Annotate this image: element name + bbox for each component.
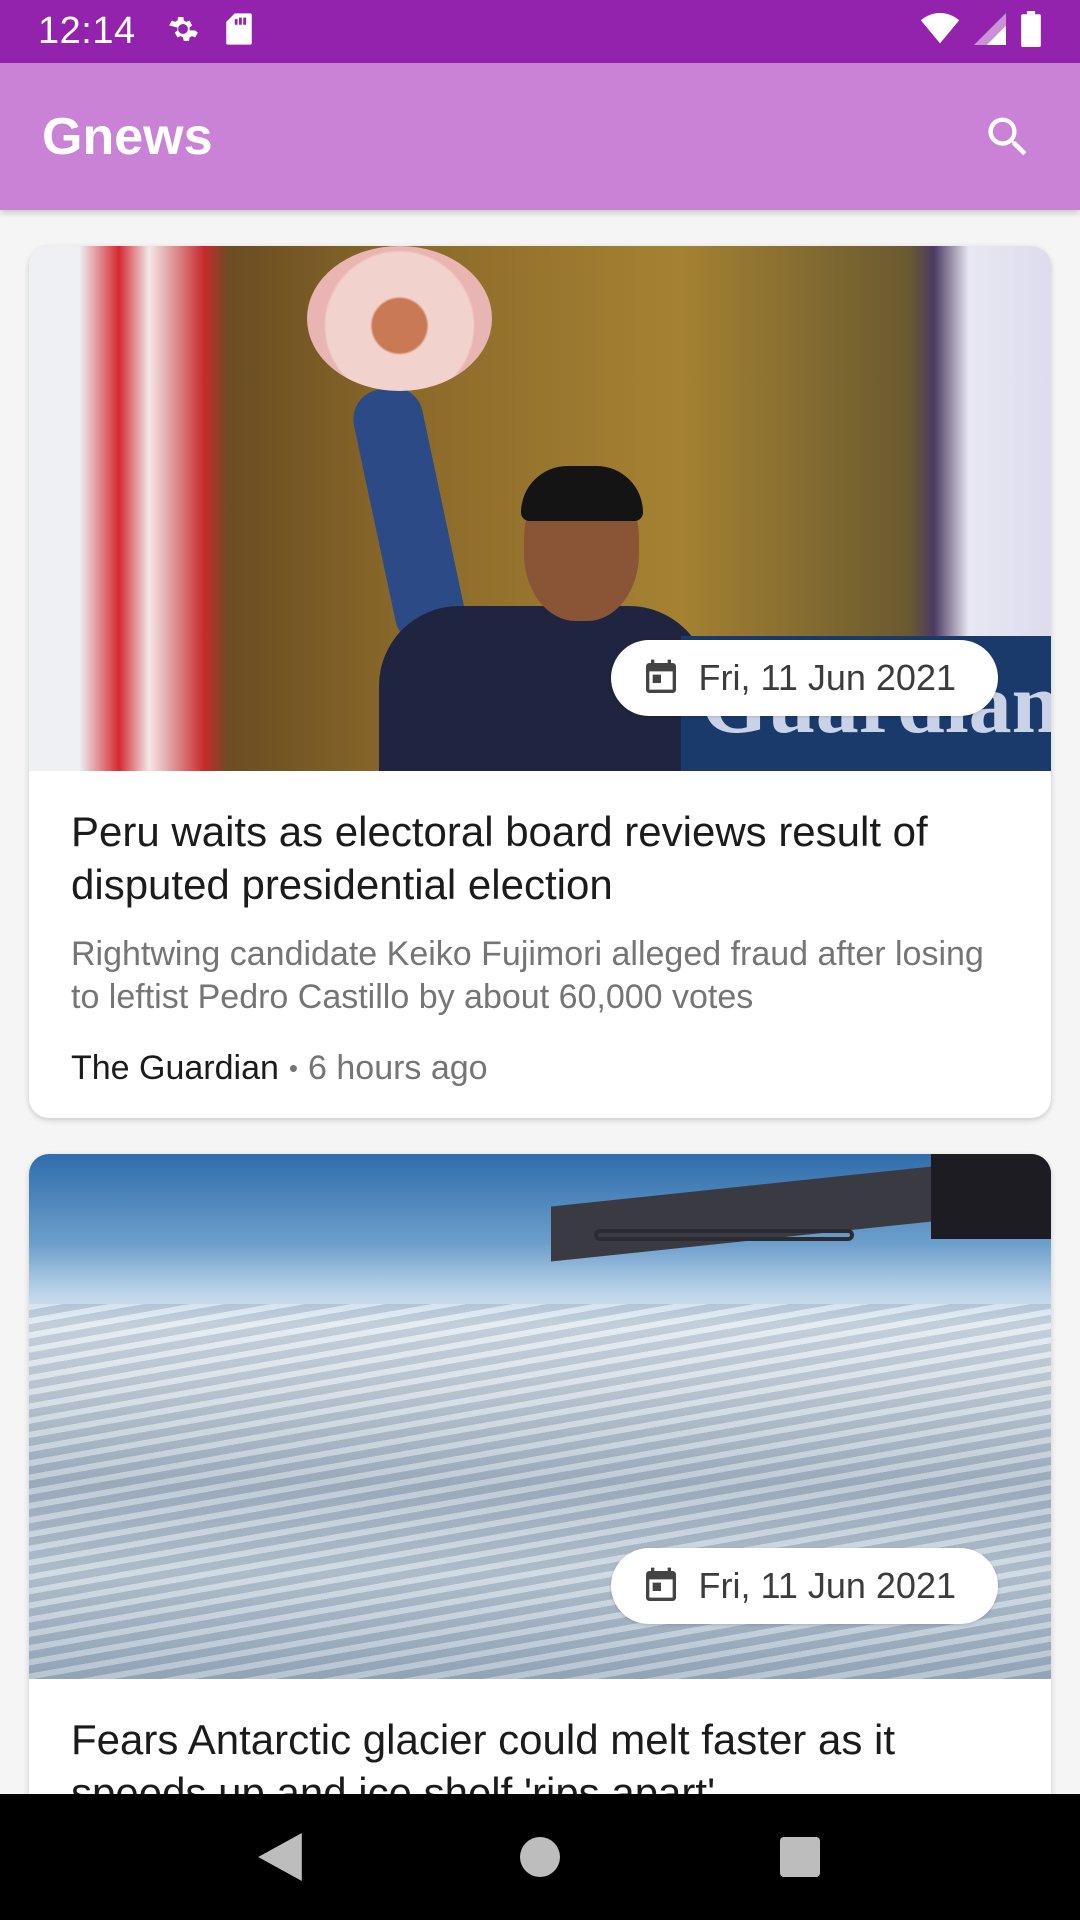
app-bar: Gnews bbox=[0, 63, 1080, 210]
recents-icon bbox=[780, 1837, 820, 1877]
sd-card-icon bbox=[224, 12, 254, 51]
date-chip: Fri, 11 Jun 2021 bbox=[610, 1548, 998, 1624]
article-date: Fri, 11 Jun 2021 bbox=[698, 1565, 956, 1606]
article-date: Fri, 11 Jun 2021 bbox=[698, 657, 956, 698]
article-time-ago: 6 hours ago bbox=[308, 1049, 488, 1087]
date-chip: Fri, 11 Jun 2021 bbox=[610, 640, 998, 716]
article-source: The Guardian bbox=[71, 1049, 279, 1087]
wifi-icon bbox=[920, 13, 960, 50]
article-title: Fears Antarctic glacier could melt faste… bbox=[71, 1716, 895, 1794]
article-card[interactable]: Guardian Fri, 11 Jun 2021 Peru waits as … bbox=[29, 246, 1051, 1118]
calendar-icon bbox=[645, 659, 676, 693]
meta-separator: • bbox=[288, 1053, 299, 1083]
article-image: Guardian Fri, 11 Jun 2021 bbox=[29, 246, 1051, 771]
search-icon bbox=[988, 117, 1027, 155]
news-feed[interactable]: Guardian Fri, 11 Jun 2021 Peru waits as … bbox=[0, 210, 1080, 1794]
recents-button[interactable] bbox=[760, 1817, 840, 1897]
system-nav-bar bbox=[0, 1794, 1080, 1920]
article-meta: The Guardian • 6 hours ago bbox=[71, 1049, 1009, 1088]
status-bar: 12:14 bbox=[0, 0, 1080, 63]
gear-icon bbox=[166, 12, 200, 51]
search-button[interactable] bbox=[978, 107, 1038, 167]
article-description: Rightwing candidate Keiko Fujimori alleg… bbox=[71, 935, 984, 1016]
article-title: Peru waits as electoral board reviews re… bbox=[71, 808, 928, 908]
signal-icon bbox=[974, 13, 1006, 50]
home-button[interactable] bbox=[500, 1817, 580, 1897]
home-icon bbox=[520, 1837, 560, 1877]
app-title: Gnews bbox=[42, 107, 213, 166]
battery-icon bbox=[1020, 11, 1042, 52]
back-icon bbox=[258, 1833, 302, 1881]
status-time: 12:14 bbox=[38, 10, 136, 52]
article-image: Fri, 11 Jun 2021 bbox=[29, 1154, 1051, 1679]
back-button[interactable] bbox=[240, 1817, 320, 1897]
article-card[interactable]: Fri, 11 Jun 2021 Fears Antarctic glacier… bbox=[29, 1154, 1051, 1794]
calendar-icon bbox=[645, 1567, 676, 1601]
